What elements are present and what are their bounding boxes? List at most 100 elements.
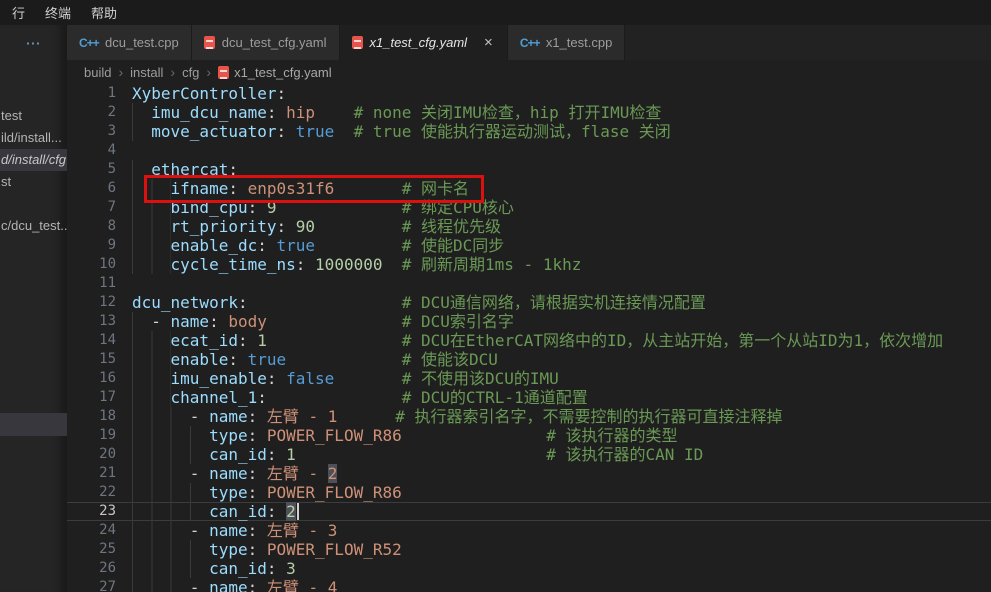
code-text: - name: 左臂 - 1 # 执行器索引名字，不需要控制的执行器可直接注释掉 xyxy=(132,407,783,426)
code-line-1[interactable]: 1XyberController: xyxy=(67,84,991,103)
tab-dcu-test-cfg-yaml[interactable]: dcu_test_cfg.yaml xyxy=(192,25,340,60)
code-line-6[interactable]: 6 ifname: enp0s31f6 # 网卡名 xyxy=(67,179,991,198)
line-number: 11 xyxy=(67,274,132,293)
code-line-22[interactable]: 22 type: POWER_FLOW_R86 xyxy=(67,483,991,502)
sidebar-item-label: st xyxy=(1,174,11,189)
line-number: 19 xyxy=(67,426,132,445)
code-text: ethercat: xyxy=(132,160,238,179)
code-line-25[interactable]: 25 type: POWER_FLOW_R52 xyxy=(67,540,991,559)
breadcrumb-item-cfg[interactable]: cfg xyxy=(182,65,199,80)
menu-item-terminal[interactable]: 终端 xyxy=(35,3,81,22)
cpp-file-icon: C++ xyxy=(79,36,98,50)
more-actions-button[interactable]: ⋯ xyxy=(0,25,67,60)
code-line-23[interactable]: 23 can_id: 2 xyxy=(67,502,991,521)
line-number: 23 xyxy=(67,502,132,521)
code-text: can_id: 2 xyxy=(132,502,299,521)
tab-dcu-test-cpp[interactable]: C++dcu_test.cpp xyxy=(67,25,192,60)
code-text: bind_cpu: 9 # 绑定CPU核心 xyxy=(132,198,514,217)
code-text: ifname: enp0s31f6 # 网卡名 xyxy=(132,179,469,198)
code-line-27[interactable]: 27 - name: 左臂 - 4 xyxy=(67,578,991,592)
word-highlight: 2 xyxy=(328,464,338,483)
line-number: 24 xyxy=(67,521,132,540)
code-line-21[interactable]: 21 - name: 左臂 - 2 xyxy=(67,464,991,483)
close-icon[interactable]: × xyxy=(482,34,495,51)
line-number: 10 xyxy=(67,255,132,274)
code-text: type: POWER_FLOW_R86 xyxy=(132,483,402,502)
line-number: 6 xyxy=(67,179,132,198)
code-line-5[interactable]: 5 ethercat: xyxy=(67,160,991,179)
code-line-17[interactable]: 17 channel_1: # DCU的CTRL-1通道配置 xyxy=(67,388,991,407)
code-text: can_id: 1 # 该执行器的CAN ID xyxy=(132,445,703,464)
sidebar-item-st[interactable]: st xyxy=(0,171,67,193)
breadcrumb-file[interactable]: x1_test_cfg.yaml xyxy=(218,65,332,80)
code-line-20[interactable]: 20 can_id: 1 # 该执行器的CAN ID xyxy=(67,445,991,464)
line-number: 22 xyxy=(67,483,132,502)
breadcrumb-item-build[interactable]: build xyxy=(84,65,111,80)
code-line-14[interactable]: 14 ecat_id: 1 # DCU在EtherCAT网络中的ID，从主站开始… xyxy=(67,331,991,350)
line-number: 3 xyxy=(67,122,132,141)
code-text: dcu_network: # DCU通信网络，请根据实机连接情况配置 xyxy=(132,293,706,312)
code-text: cycle_time_ns: 1000000 # 刷新周期1ms - 1khz xyxy=(132,255,581,274)
breadcrumb-file-label: x1_test_cfg.yaml xyxy=(234,65,332,80)
tab-x1-test-cfg-yaml[interactable]: x1_test_cfg.yaml × xyxy=(340,25,508,60)
code-text: - name: body # DCU索引名字 xyxy=(132,312,514,331)
yaml-file-icon xyxy=(352,36,363,49)
code-line-11[interactable]: 11 xyxy=(67,274,991,293)
code-line-7[interactable]: 7 bind_cpu: 9 # 绑定CPU核心 xyxy=(67,198,991,217)
code-line-19[interactable]: 19 type: POWER_FLOW_R86 # 该执行器的类型 xyxy=(67,426,991,445)
line-number: 13 xyxy=(67,312,132,331)
line-number: 18 xyxy=(67,407,132,426)
line-number: 9 xyxy=(67,236,132,255)
chevron-right-icon: › xyxy=(206,64,211,80)
line-number: 1 xyxy=(67,84,132,103)
sidebar-item-build-install[interactable]: ild/install... xyxy=(0,127,67,149)
yaml-file-icon xyxy=(218,66,229,79)
code-line-26[interactable]: 26 can_id: 3 xyxy=(67,559,991,578)
line-number: 17 xyxy=(67,388,132,407)
code-line-15[interactable]: 15 enable: true # 使能该DCU xyxy=(67,350,991,369)
code-editor[interactable]: 1XyberController:2 imu_dcu_name: hip # n… xyxy=(67,84,991,592)
sidebar-item-label: ild/install... xyxy=(1,130,62,145)
vscode-window: 行终端帮助 ⋯ test ild/install... d/install/cfg s… xyxy=(0,0,991,592)
menu-item-help[interactable]: 帮助 xyxy=(81,3,127,22)
breadcrumb-item-install[interactable]: install xyxy=(130,65,163,80)
code-line-13[interactable]: 13 - name: body # DCU索引名字 xyxy=(67,312,991,331)
line-number: 20 xyxy=(67,445,132,464)
line-number: 25 xyxy=(67,540,132,559)
sidebar-selected-row[interactable] xyxy=(0,413,67,436)
line-number: 5 xyxy=(67,160,132,179)
code-text: type: POWER_FLOW_R52 xyxy=(132,540,402,559)
menu-item-run[interactable]: 行 xyxy=(2,3,35,22)
sidebar: ⋯ test ild/install... d/install/cfg st c/dcu… xyxy=(0,25,67,592)
code-text: - name: 左臂 - 2 xyxy=(132,464,337,483)
code-line-9[interactable]: 9 enable_dc: true # 使能DC同步 xyxy=(67,236,991,255)
code-line-18[interactable]: 18 - name: 左臂 - 1 # 执行器索引名字，不需要控制的执行器可直接… xyxy=(67,407,991,426)
tab-x1-test-cpp[interactable]: C++x1_test.cpp xyxy=(508,25,626,60)
breadcrumb: build›install›cfg›x1_test_cfg.yaml xyxy=(67,60,991,84)
tab-label: x1_test_cfg.yaml xyxy=(370,35,468,50)
sidebar-item-test[interactable]: test xyxy=(0,105,67,127)
code-line-16[interactable]: 16 imu_enable: false # 不使用该DCU的IMU xyxy=(67,369,991,388)
code-line-12[interactable]: 12dcu_network: # DCU通信网络，请根据实机连接情况配置 xyxy=(67,293,991,312)
sidebar-item-gap xyxy=(0,193,67,215)
line-number: 21 xyxy=(67,464,132,483)
code-text: enable: true # 使能该DCU xyxy=(132,350,498,369)
line-number: 12 xyxy=(67,293,132,312)
code-text: imu_dcu_name: hip # none 关闭IMU检查，hip 打开I… xyxy=(132,103,661,122)
menu-bar: 行终端帮助 xyxy=(0,0,991,25)
code-line-8[interactable]: 8 rt_priority: 90 # 线程优先级 xyxy=(67,217,991,236)
code-line-3[interactable]: 3 move_actuator: true # true 使能执行器运动测试，f… xyxy=(67,122,991,141)
code-line-4[interactable]: 4 xyxy=(67,141,991,160)
code-line-10[interactable]: 10 cycle_time_ns: 1000000 # 刷新周期1ms - 1k… xyxy=(67,255,991,274)
sidebar-item-dcu-test[interactable]: c/dcu_test... xyxy=(0,215,67,237)
code-line-2[interactable]: 2 imu_dcu_name: hip # none 关闭IMU检查，hip 打… xyxy=(67,103,991,122)
ellipsis-icon: ⋯ xyxy=(26,34,42,52)
text-cursor xyxy=(297,503,299,520)
line-number: 14 xyxy=(67,331,132,350)
tab-label: x1_test.cpp xyxy=(546,35,613,50)
tab-bar-empty-space xyxy=(625,25,991,60)
code-line-24[interactable]: 24 - name: 左臂 - 3 xyxy=(67,521,991,540)
code-text: rt_priority: 90 # 线程优先级 xyxy=(132,217,501,236)
code-text: imu_enable: false # 不使用该DCU的IMU xyxy=(132,369,559,388)
sidebar-item-install-cfg[interactable]: d/install/cfg xyxy=(0,149,67,171)
